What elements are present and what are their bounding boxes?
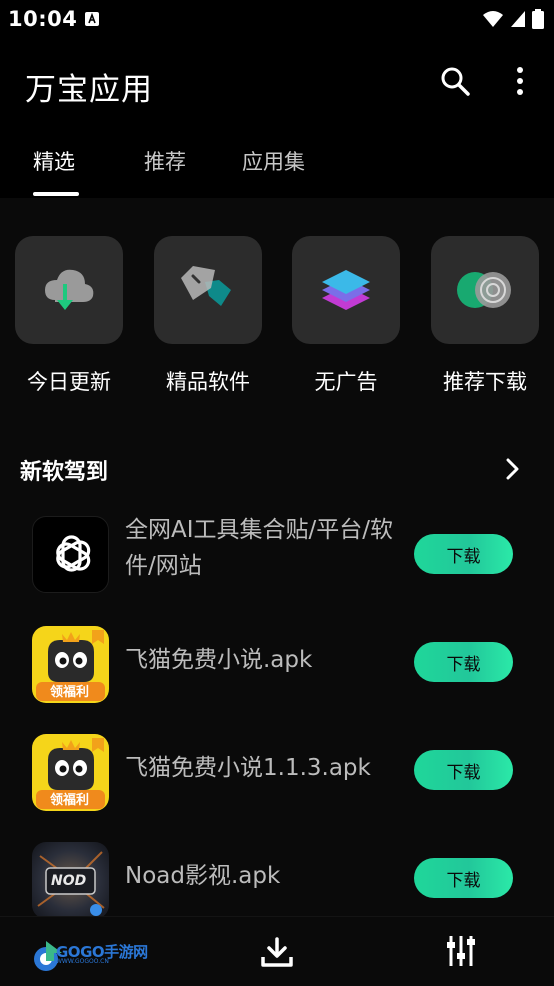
tune-settings-icon[interactable]: [443, 933, 479, 969]
noad-app-icon: NOD: [32, 842, 109, 919]
category-tile: [154, 236, 262, 344]
app-icon-badge: 领福利: [50, 793, 90, 808]
battery-icon: [532, 9, 544, 29]
bottom-nav: GOGO手游网 WWW.GOGOO.CN: [0, 916, 554, 986]
tab-bar: 精选 推荐 应用集: [0, 124, 554, 198]
target-icon: [457, 272, 511, 308]
category-tile: [15, 236, 123, 344]
tab-indicator: [33, 192, 79, 196]
app-name: 飞猫免费小说1.1.3.apk: [125, 755, 371, 781]
notification-a-icon: [85, 12, 99, 26]
watermark-url: WWW.GOGOO.CN: [56, 958, 109, 965]
tab-recommended[interactable]: 推荐: [144, 146, 186, 176]
download-button[interactable]: 下载: [414, 750, 513, 790]
main-content: 今日更新 精品软件 无广告 推荐下载 新软驾到 全网AI工具集合贴/平台/软件/…: [0, 198, 554, 919]
category-recommended-downloads[interactable]: 推荐下载: [431, 236, 539, 394]
category-label: 今日更新: [27, 370, 111, 394]
category-label: 推荐下载: [443, 370, 527, 394]
app-name: 全网AI工具集合贴/平台/软件/网站: [125, 517, 394, 579]
watermark-logo: GOGO手游网 WWW.GOGOO.CN: [28, 931, 148, 975]
gem-icon: [181, 266, 231, 306]
search-icon[interactable]: [438, 64, 472, 98]
category-label: 无广告: [314, 370, 378, 394]
app-name: 飞猫免费小说.apk: [125, 647, 313, 673]
cat-app-icon: 领福利: [32, 734, 109, 811]
more-options-icon[interactable]: [506, 64, 534, 98]
status-time: 10:04: [8, 7, 78, 31]
openai-logo-icon: [32, 516, 109, 593]
app-list-item[interactable]: 领福利 飞猫免费小说1.1.3.apk 下载: [0, 726, 554, 816]
app-logo-text: NOD: [51, 873, 87, 889]
app-icon-badge: 领福利: [50, 685, 90, 700]
tab-app-collections[interactable]: 应用集: [242, 146, 305, 176]
cat-app-icon: 领福利: [32, 626, 109, 703]
category-no-ads[interactable]: 无广告: [292, 236, 400, 394]
download-button[interactable]: 下载: [414, 642, 513, 682]
download-icon[interactable]: [260, 935, 294, 969]
category-tile: [431, 236, 539, 344]
layers-icon: [322, 270, 370, 310]
app-list-item[interactable]: 全网AI工具集合贴/平台/软件/网站 下载: [0, 508, 554, 598]
status-icons: [482, 9, 544, 29]
app-name: Noad影视.apk: [125, 863, 281, 889]
cloud-download-icon: [45, 269, 94, 310]
tab-featured[interactable]: 精选: [33, 146, 75, 176]
download-button[interactable]: 下载: [414, 534, 513, 574]
category-premium-software[interactable]: 精品软件: [154, 236, 262, 394]
app-list-item[interactable]: NOD Noad影视.apk 下载: [0, 834, 554, 924]
download-button[interactable]: 下载: [414, 858, 513, 898]
status-bar: 10:04: [0, 0, 554, 40]
app-bar: 万宝应用: [0, 40, 554, 124]
category-today-updates[interactable]: 今日更新: [15, 236, 123, 394]
signal-icon: [511, 11, 525, 27]
app-list-item[interactable]: 领福利 飞猫免费小说.apk 下载: [0, 618, 554, 708]
category-label: 精品软件: [166, 370, 250, 394]
category-tile: [292, 236, 400, 344]
section-title: 新软驾到: [20, 460, 109, 485]
wifi-icon: [483, 11, 503, 27]
app-title: 万宝应用: [25, 72, 153, 108]
chevron-right-icon[interactable]: [500, 456, 526, 482]
